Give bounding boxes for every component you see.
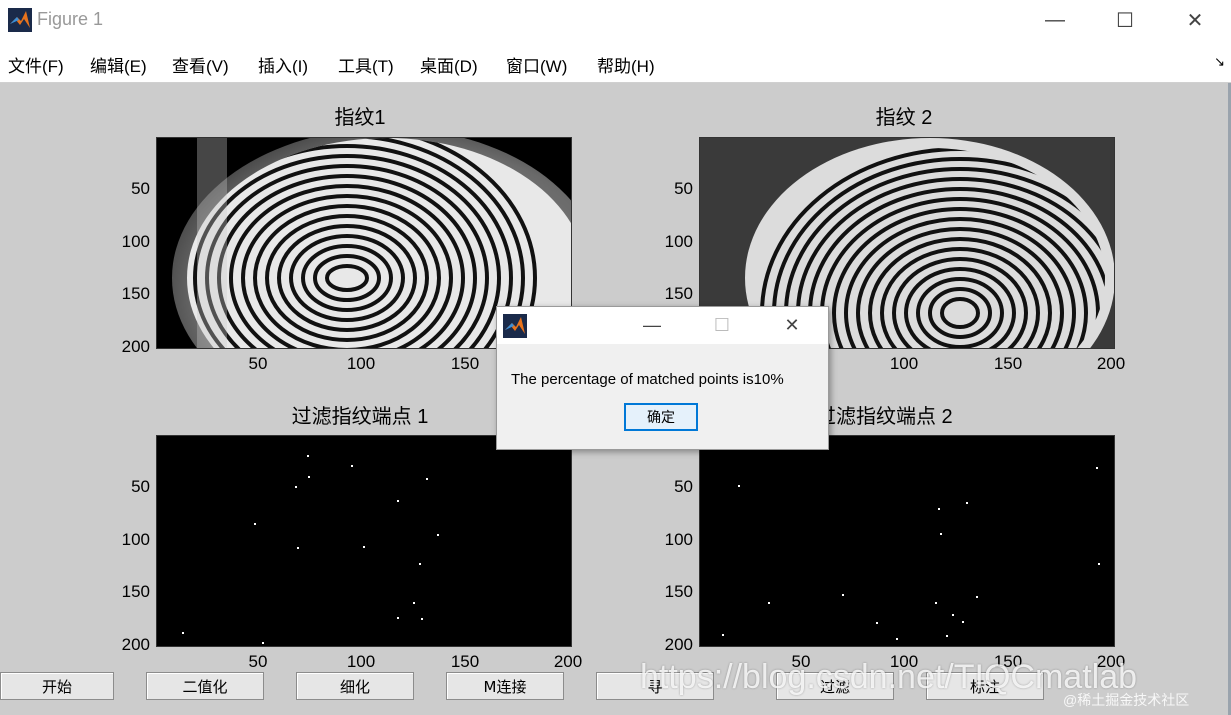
dialog-close-button[interactable]: ✕ — [759, 307, 825, 344]
axes3-ytick: 150 — [121, 582, 150, 601]
axes3-ytick: 50 — [131, 477, 150, 496]
menu-tools[interactable]: 工具(T) — [338, 52, 394, 77]
axes3-xtick: 200 — [553, 652, 583, 671]
axes1-xtick: 50 — [248, 354, 268, 373]
axes3-xtick: 50 — [248, 652, 268, 671]
message-dialog: — ☐ ✕ The percentage of matched points i… — [496, 306, 829, 450]
close-button[interactable]: ✕ — [1160, 0, 1230, 40]
minutiae2-image — [700, 436, 1114, 646]
window-title: Figure 1 — [37, 9, 104, 29]
minimize-icon: — — [643, 315, 661, 335]
dialog-maximize-button: ☐ — [689, 307, 755, 344]
window-titlebar: Figure 1 — ☐ ✕ — [0, 0, 1231, 40]
binarize-button[interactable]: 二值化 — [146, 672, 264, 700]
axes1-ytick: 100 — [121, 232, 150, 251]
minimize-icon: — — [1045, 8, 1065, 31]
axes2-xtick: 150 — [993, 354, 1023, 373]
axes2-title: 指纹 2 — [875, 107, 933, 129]
ok-button[interactable]: 确定 — [624, 403, 698, 431]
axes4-plot — [699, 435, 1115, 647]
menu-window[interactable]: 窗口(W) — [506, 52, 567, 77]
axes4-ytick: 150 — [664, 582, 693, 601]
axes4-ytick: 50 — [674, 477, 693, 496]
menu-insert[interactable]: 插入(I) — [258, 52, 308, 77]
axes2-xtick: 100 — [889, 354, 919, 373]
close-icon: ✕ — [1186, 9, 1204, 32]
matlab-logo-icon — [8, 8, 32, 32]
axes3-ytick: 200 — [121, 635, 150, 654]
minutiae1-image — [157, 436, 571, 646]
axes2-xtick: 200 — [1096, 354, 1126, 373]
axes3-plot — [156, 435, 572, 647]
axes1-ytick: 150 — [121, 284, 150, 303]
axes3-xtick: 150 — [450, 652, 480, 671]
menu-bar: 文件(F) 编辑(E) 查看(V) 插入(I) 工具(T) 桌面(D) 窗口(W… — [0, 44, 1231, 83]
menu-file[interactable]: 文件(F) — [8, 52, 64, 77]
axes1-ytick: 200 — [121, 337, 150, 356]
axes1-xtick: 100 — [346, 354, 376, 373]
matlab-logo-icon — [503, 314, 527, 338]
dialog-message: The percentage of matched points is10% — [511, 371, 784, 388]
axes2-ytick: 100 — [664, 232, 693, 251]
dock-arrow-icon[interactable]: ↘ — [1214, 54, 1225, 70]
menu-help[interactable]: 帮助(H) — [597, 52, 655, 77]
m-connect-button[interactable]: M连接 — [446, 672, 564, 700]
watermark-community: @稀土掘金技术社区 — [1063, 692, 1190, 708]
dialog-minimize-button[interactable]: — — [619, 307, 685, 344]
axes3-ytick: 100 — [121, 530, 150, 549]
menu-view[interactable]: 查看(V) — [172, 52, 229, 77]
maximize-icon: ☐ — [1116, 9, 1134, 32]
maximize-button[interactable]: ☐ — [1090, 0, 1160, 40]
maximize-icon: ☐ — [713, 315, 731, 335]
axes4-ytick: 100 — [664, 530, 693, 549]
minimize-button[interactable]: — — [1020, 0, 1090, 40]
axes2-ytick: 50 — [674, 179, 693, 198]
axes1-ytick: 50 — [131, 179, 150, 198]
menu-edit[interactable]: 编辑(E) — [90, 52, 147, 77]
menu-desktop[interactable]: 桌面(D) — [420, 52, 478, 77]
axes4-ytick: 200 — [664, 635, 693, 654]
start-button[interactable]: 开始 — [0, 672, 114, 700]
axes1-xtick: 150 — [450, 354, 480, 373]
axes4-title: 过滤指纹端点 2 — [816, 406, 953, 428]
dialog-titlebar: — ☐ ✕ — [497, 307, 828, 344]
axes3-title: 过滤指纹端点 1 — [291, 406, 429, 428]
thin-button[interactable]: 细化 — [296, 672, 414, 700]
close-icon: ✕ — [784, 315, 800, 335]
axes1-title: 指纹1 — [334, 107, 386, 129]
axes2-ytick: 150 — [664, 284, 693, 303]
axes3-xtick: 100 — [346, 652, 376, 671]
